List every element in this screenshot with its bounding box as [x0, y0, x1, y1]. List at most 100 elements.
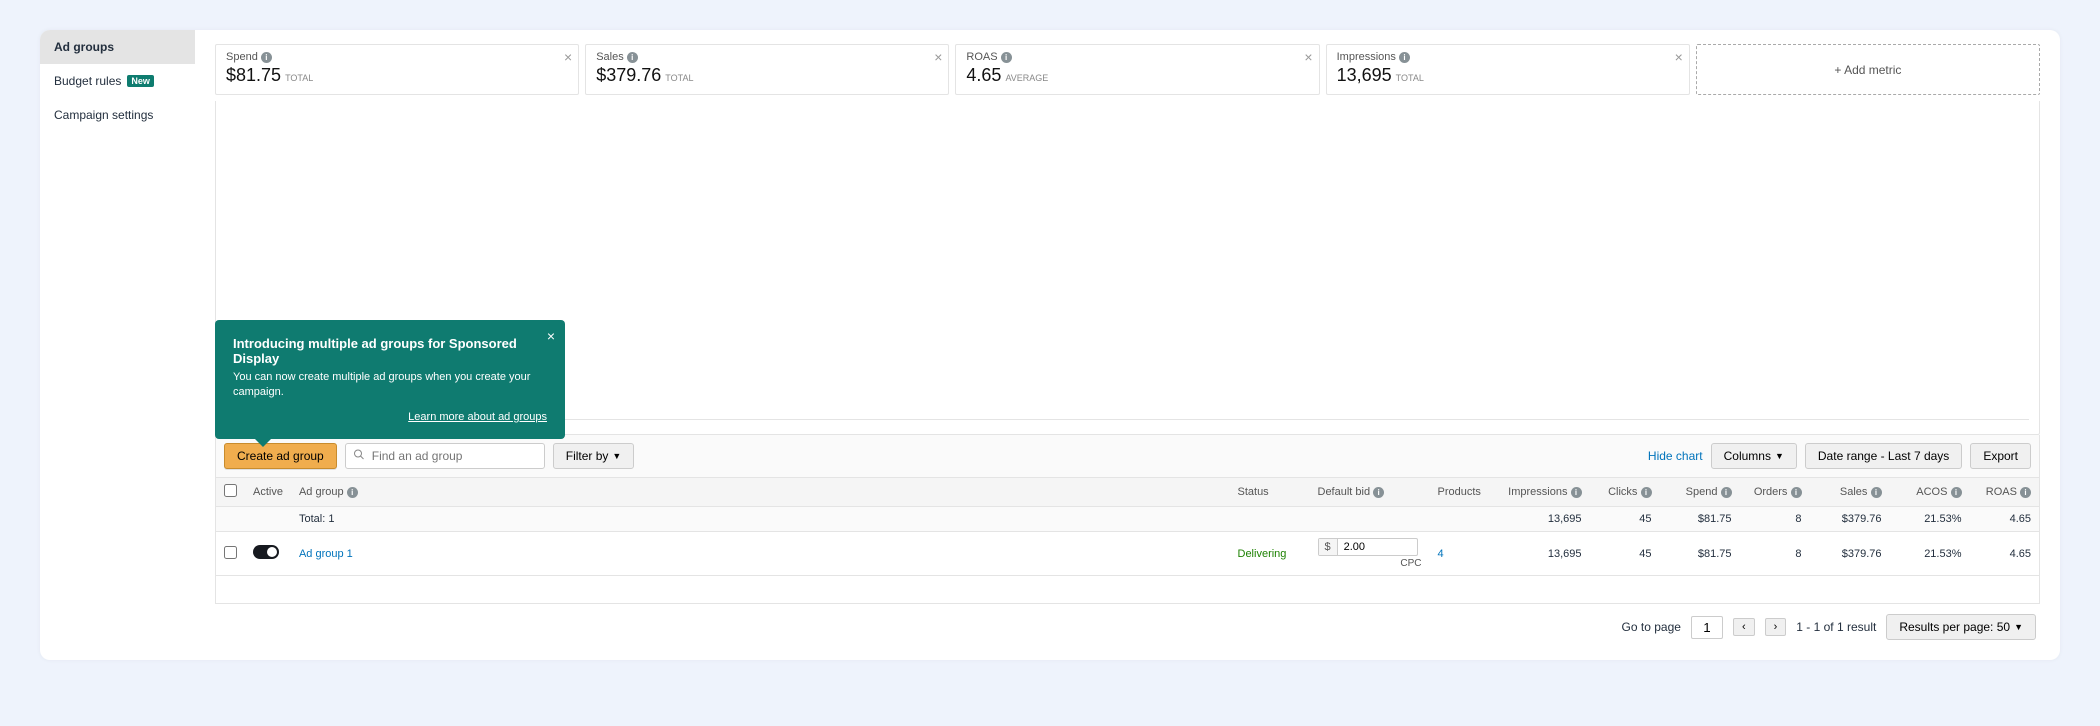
col-orders[interactable]: Orders i: [1740, 478, 1810, 507]
hide-chart-link[interactable]: Hide chart: [1648, 449, 1703, 463]
col-sales[interactable]: Sales i: [1810, 478, 1890, 507]
total-label: Total: 1: [291, 507, 1230, 532]
info-icon[interactable]: i: [1721, 487, 1732, 498]
info-icon[interactable]: i: [627, 52, 638, 63]
total-acos: 21.53%: [1890, 507, 1970, 532]
ad-group-link[interactable]: Ad group 1: [299, 548, 353, 560]
col-clicks[interactable]: Clicks i: [1590, 478, 1660, 507]
metric-label: ROAS: [966, 51, 997, 63]
col-status[interactable]: Status: [1230, 478, 1310, 507]
metric-label: Spend: [226, 51, 258, 63]
metric-card-sales[interactable]: × Sales i $379.76 TOTAL: [585, 44, 949, 95]
sidebar: Ad groups Budget rules New Campaign sett…: [40, 30, 195, 660]
select-all-checkbox[interactable]: [224, 484, 237, 497]
sidebar-item-budget-rules[interactable]: Budget rules New: [40, 64, 195, 98]
page-input[interactable]: [1691, 616, 1723, 639]
next-page-button[interactable]: ›: [1765, 618, 1787, 636]
info-icon[interactable]: i: [1871, 487, 1882, 498]
row-sales: $379.76: [1810, 532, 1890, 576]
row-clicks: 45: [1590, 532, 1660, 576]
col-products[interactable]: Products: [1430, 478, 1500, 507]
metric-sub: TOTAL: [285, 73, 313, 83]
total-clicks: 45: [1590, 507, 1660, 532]
col-roas[interactable]: ROAS i: [1970, 478, 2040, 507]
row-roas: 4.65: [1970, 532, 2040, 576]
info-icon[interactable]: i: [1571, 487, 1582, 498]
new-badge: New: [127, 75, 154, 87]
metric-value: $81.75: [226, 65, 281, 86]
search-box: [345, 443, 545, 469]
currency-label: $: [1319, 539, 1338, 555]
close-icon[interactable]: ×: [934, 49, 942, 65]
info-icon[interactable]: i: [1399, 52, 1410, 63]
metric-card-roas[interactable]: × ROAS i 4.65 AVERAGE: [955, 44, 1319, 95]
metric-label: Impressions: [1337, 51, 1396, 63]
chevron-right-icon: ›: [1774, 621, 1778, 633]
app-frame: Ad groups Budget rules New Campaign sett…: [40, 30, 2060, 660]
col-impressions[interactable]: Impressions i: [1500, 478, 1590, 507]
info-icon[interactable]: i: [1951, 487, 1962, 498]
total-orders: 8: [1740, 507, 1810, 532]
date-range-button[interactable]: Date range - Last 7 days: [1805, 443, 1962, 469]
metric-card-impressions[interactable]: × Impressions i 13,695 TOTAL: [1326, 44, 1690, 95]
info-icon[interactable]: i: [1641, 487, 1652, 498]
info-icon[interactable]: i: [1373, 487, 1384, 498]
total-spend: $81.75: [1660, 507, 1740, 532]
col-ad-group[interactable]: Ad group i: [291, 478, 1230, 507]
sidebar-item-ad-groups[interactable]: Ad groups: [40, 30, 195, 64]
info-icon[interactable]: i: [347, 487, 358, 498]
status-badge: Delivering: [1238, 548, 1287, 560]
close-icon[interactable]: ×: [547, 328, 555, 344]
search-input[interactable]: [345, 443, 545, 469]
metric-card-spend[interactable]: × Spend i $81.75 TOTAL: [215, 44, 579, 95]
row-spend: $81.75: [1660, 532, 1740, 576]
sidebar-item-label: Budget rules: [54, 74, 121, 88]
col-spend[interactable]: Spend i: [1660, 478, 1740, 507]
table-header-row: Active Ad group i Status Default bid i P…: [216, 478, 2040, 507]
products-link[interactable]: 4: [1438, 548, 1444, 560]
row-acos: 21.53%: [1890, 532, 1970, 576]
col-active[interactable]: Active: [245, 478, 291, 507]
total-sales: $379.76: [1810, 507, 1890, 532]
sidebar-item-campaign-settings[interactable]: Campaign settings: [40, 98, 195, 132]
metric-label: Sales: [596, 51, 624, 63]
row-orders: 8: [1740, 532, 1810, 576]
popover-link[interactable]: Learn more about ad groups: [408, 411, 547, 423]
goto-label: Go to page: [1622, 620, 1681, 634]
results-summary: 1 - 1 of 1 result: [1796, 620, 1876, 634]
sidebar-item-label: Campaign settings: [54, 108, 153, 122]
search-icon: [353, 449, 365, 464]
close-icon[interactable]: ×: [1675, 49, 1683, 65]
chevron-down-icon: ▼: [2014, 622, 2023, 632]
bid-input[interactable]: $: [1318, 538, 1418, 556]
total-roas: 4.65: [1970, 507, 2040, 532]
add-metric-label: + Add metric: [1834, 63, 1901, 77]
info-icon[interactable]: i: [1791, 487, 1802, 498]
row-impressions: 13,695: [1500, 532, 1590, 576]
main-content: × Spend i $81.75 TOTAL × Sales i $379.76: [195, 30, 2060, 660]
chevron-down-icon: ▼: [1775, 451, 1784, 461]
create-ad-group-button[interactable]: Create ad group: [224, 443, 337, 469]
close-icon[interactable]: ×: [1304, 49, 1312, 65]
info-icon[interactable]: i: [1001, 52, 1012, 63]
filter-by-button[interactable]: Filter by ▼: [553, 443, 635, 469]
prev-page-button[interactable]: ‹: [1733, 618, 1755, 636]
popover-title: Introducing multiple ad groups for Spons…: [233, 336, 547, 366]
sidebar-item-label: Ad groups: [54, 40, 114, 54]
metric-sub: TOTAL: [1396, 73, 1424, 83]
info-icon[interactable]: i: [2020, 487, 2031, 498]
total-impressions: 13,695: [1500, 507, 1590, 532]
active-toggle[interactable]: [253, 545, 279, 559]
metric-sub: TOTAL: [665, 73, 693, 83]
results-per-page-button[interactable]: Results per page: 50 ▼: [1886, 614, 2036, 640]
columns-button[interactable]: Columns ▼: [1711, 443, 1797, 469]
col-acos[interactable]: ACOS i: [1890, 478, 1970, 507]
bid-value-input[interactable]: [1338, 539, 1398, 555]
row-checkbox[interactable]: [224, 546, 237, 559]
add-metric-button[interactable]: + Add metric: [1696, 44, 2040, 95]
info-icon[interactable]: i: [261, 52, 272, 63]
metrics-row: × Spend i $81.75 TOTAL × Sales i $379.76: [215, 44, 2040, 95]
export-button[interactable]: Export: [1970, 443, 2031, 469]
col-default-bid[interactable]: Default bid i: [1310, 478, 1430, 507]
close-icon[interactable]: ×: [564, 49, 572, 65]
